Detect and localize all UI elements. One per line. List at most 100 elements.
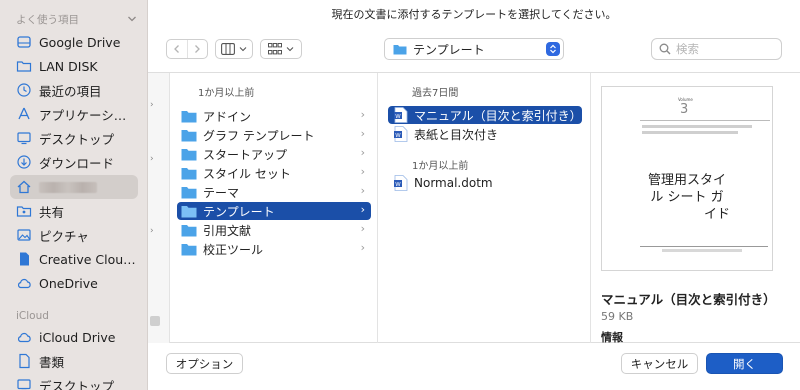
folder-row-addins[interactable]: アドイン › <box>177 107 371 125</box>
column-view-button[interactable] <box>215 39 253 59</box>
folder-row-style-sets[interactable]: スタイル セット › <box>177 164 371 182</box>
previous-column[interactable]: › › › <box>148 73 170 343</box>
folder-icon <box>181 110 197 122</box>
svg-text:W: W <box>395 133 401 139</box>
navigation-buttons <box>166 39 208 59</box>
group-view-button[interactable] <box>260 39 302 59</box>
preview-info-label: 情報 <box>601 331 623 344</box>
chevron-right-icon <box>195 45 201 53</box>
folder-row-chart-templates[interactable]: グラフ テンプレート › <box>177 126 371 144</box>
shared-folder-icon <box>16 203 32 219</box>
sidebar-section-favorites: よく使う項目 <box>16 14 79 26</box>
chevron-right-icon: › <box>150 154 154 164</box>
cloud-icon <box>16 275 32 291</box>
column-header-older: 1か月以上前 <box>198 88 255 99</box>
folder-row-startup[interactable]: スタートアップ › <box>177 145 371 163</box>
folder-icon <box>16 58 32 74</box>
sidebar-item-shared[interactable]: 共有 <box>10 199 138 223</box>
file-row-manual[interactable]: W マニュアル（目次と索引付き） <box>388 106 582 124</box>
forward-button[interactable] <box>186 40 208 58</box>
chevron-down-icon[interactable] <box>127 14 137 24</box>
document-icon <box>16 353 32 369</box>
chevron-left-icon <box>173 45 179 53</box>
up-down-arrows-icon <box>546 42 560 56</box>
folder-row-themes[interactable]: テーマ › <box>177 183 371 201</box>
folder-column: 1か月以上前 アドイン › グラフ テンプレート › スタートアップ › スタイ… <box>171 73 378 343</box>
folder-icon <box>181 224 197 236</box>
chevron-right-icon: › <box>150 226 154 236</box>
svg-text:W: W <box>395 182 401 188</box>
thumbnail-subtitle-line <box>642 125 752 128</box>
preview-file-name: マニュアル（目次と索引付き） <box>601 292 776 307</box>
sidebar-item-desktop[interactable]: デスクトップ <box>10 126 138 150</box>
cloud-icon <box>16 329 32 345</box>
thumbnail-volume-number: 3 <box>680 102 689 117</box>
svg-text:W: W <box>395 114 401 120</box>
sidebar-item-applications[interactable]: アプリケーション <box>10 102 138 126</box>
document-thumbnail: Volume 3 管理用スタイ ル シート ガ イド <box>601 86 773 271</box>
word-template-icon: W <box>394 107 408 123</box>
file-column: 過去7日間 W マニュアル（目次と索引付き） W 表紙と目次付き 1か月以上前 … <box>379 73 591 343</box>
download-icon <box>16 154 32 170</box>
sidebar-item-lan-disk[interactable]: LAN DISK <box>10 54 138 78</box>
chevron-right-icon: › <box>360 222 365 235</box>
folder-icon <box>393 44 407 54</box>
thumbnail-title-line3: イド <box>703 207 730 222</box>
search-field[interactable] <box>651 38 782 60</box>
sidebar-item-creative-cloud[interactable]: Creative Cloud... <box>10 247 138 271</box>
folder-row-templates[interactable]: テンプレート › <box>177 202 371 220</box>
folder-row-citations[interactable]: 引用文献 › <box>177 221 371 239</box>
sidebar-item-icloud-drive[interactable]: iCloud Drive <box>10 325 138 349</box>
pictures-icon <box>16 227 32 243</box>
chevron-right-icon: › <box>360 184 365 197</box>
word-template-icon: W <box>394 126 408 142</box>
grid-icon <box>268 43 282 55</box>
sidebar-item-pictures[interactable]: ピクチャ <box>10 223 138 247</box>
divider <box>640 120 770 121</box>
cancel-button[interactable]: キャンセル <box>621 353 698 374</box>
redacted-username <box>39 181 97 193</box>
search-input[interactable] <box>676 42 776 56</box>
open-button[interactable]: 開く <box>706 353 783 374</box>
sidebar-item-downloads[interactable]: ダウンロード <box>10 150 138 174</box>
dialog-title: 現在の文書に添付するテンプレートを選択してください。 <box>331 8 617 21</box>
search-icon <box>659 43 671 55</box>
file-row-normal-dotm[interactable]: W Normal.dotm <box>388 174 582 192</box>
home-icon <box>16 179 32 195</box>
file-row-cover-toc[interactable]: W 表紙と目次付き <box>388 125 582 143</box>
back-button[interactable] <box>167 40 187 58</box>
column-header-recent: 過去7日間 <box>412 88 459 99</box>
folder-icon <box>181 129 197 141</box>
folder-row-proofing-tools[interactable]: 校正ツール › <box>177 240 371 258</box>
columns-icon <box>221 43 235 55</box>
google-drive-icon <box>16 34 32 50</box>
options-button[interactable]: オプション <box>166 353 243 374</box>
chevron-right-icon: › <box>150 100 154 110</box>
chevron-down-icon <box>286 47 294 52</box>
sidebar-item-home[interactable] <box>10 175 138 199</box>
sidebar-item-recents[interactable]: 最近の項目 <box>10 78 138 102</box>
sidebar-item-icloud-desktop[interactable]: デスクトップ <box>10 373 138 390</box>
chevron-right-icon: › <box>360 241 365 254</box>
desktop-icon <box>16 130 32 146</box>
preview-file-size: 59 KB <box>601 310 634 323</box>
sidebar-item-documents[interactable]: 書類 <box>10 349 138 373</box>
folder-icon <box>181 243 197 255</box>
word-template-icon: W <box>394 175 408 191</box>
location-popup[interactable]: テンプレート <box>384 38 564 60</box>
chevron-right-icon: › <box>360 203 365 216</box>
sidebar-item-onedrive[interactable]: OneDrive <box>10 271 138 295</box>
thumbnail-footer-line <box>662 249 742 252</box>
folder-icon <box>181 148 197 160</box>
sidebar: よく使う項目 Google Drive LAN DISK 最近の項目 アプリケー… <box>0 0 148 390</box>
folder-icon <box>181 186 197 198</box>
location-label: テンプレート <box>413 42 485 57</box>
chevron-right-icon: › <box>360 108 365 121</box>
column-header-older: 1か月以上前 <box>412 161 469 172</box>
document-icon <box>16 251 32 267</box>
clock-icon <box>16 82 32 98</box>
applications-icon <box>16 106 32 122</box>
sidebar-section-icloud: iCloud <box>16 310 49 322</box>
chevron-down-icon <box>239 47 247 52</box>
sidebar-item-google-drive[interactable]: Google Drive <box>10 30 138 54</box>
